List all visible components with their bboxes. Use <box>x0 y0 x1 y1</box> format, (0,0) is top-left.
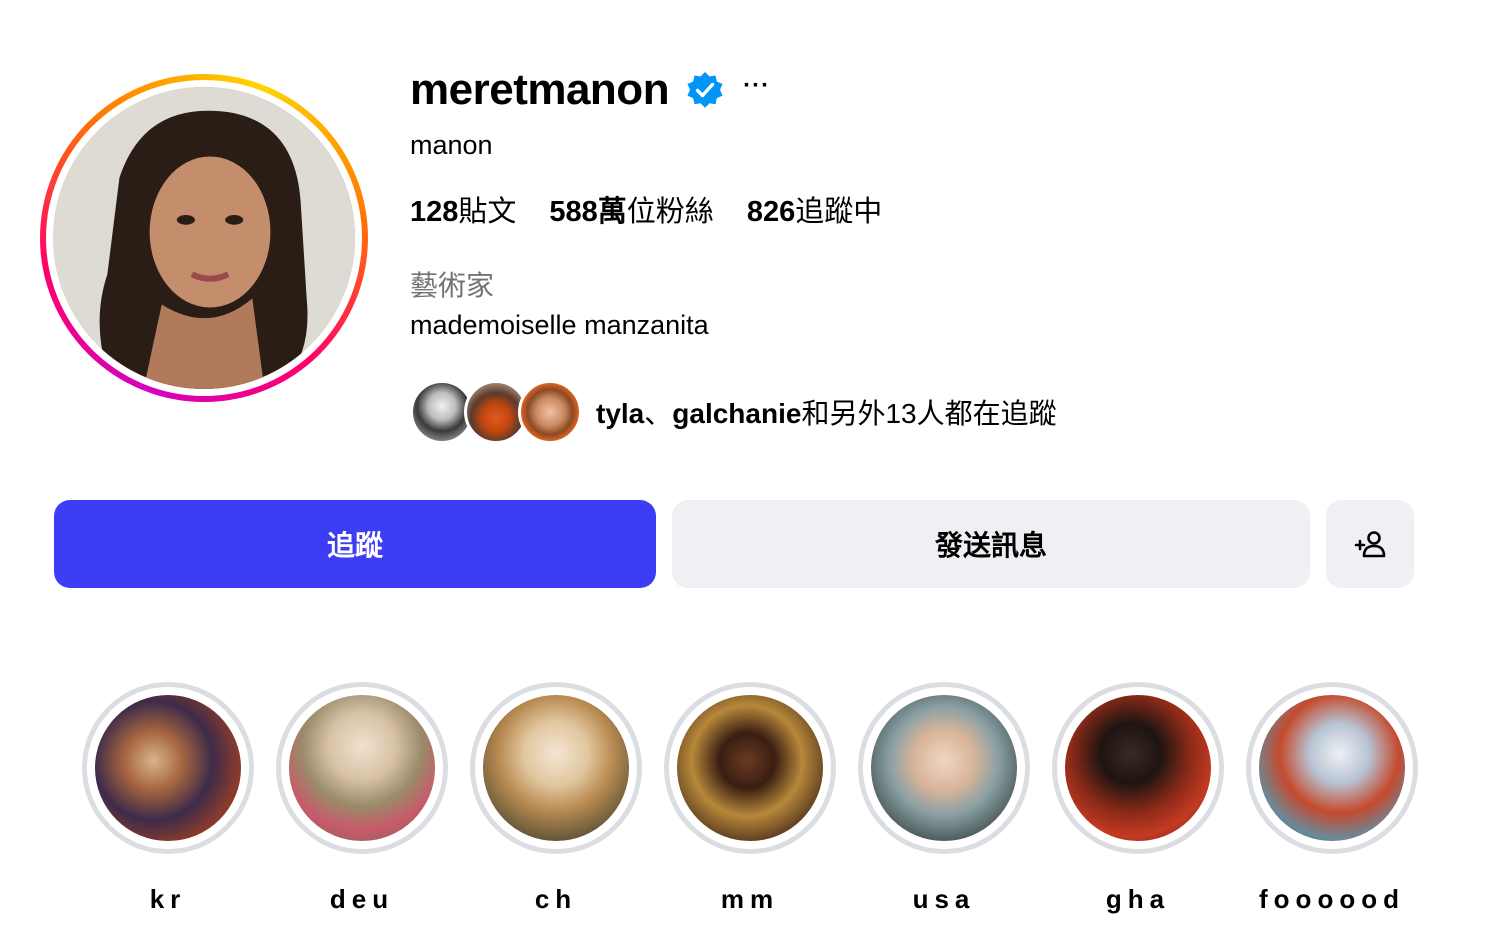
mutual-avatar <box>518 380 582 444</box>
highlight-item[interactable]: ch <box>470 682 642 915</box>
following-count: 826 <box>746 196 796 228</box>
highlight-item[interactable]: foooood <box>1246 682 1418 915</box>
mutual-avatars <box>410 380 582 444</box>
followed-by[interactable]: tyla、galchanie和另外13人都在追蹤 <box>410 380 1057 444</box>
highlight-label: foooood <box>1259 884 1405 914</box>
highlight-cover <box>95 695 241 841</box>
avatar <box>53 87 355 389</box>
profile-category: 藝術家 <box>410 270 495 301</box>
mutual-suffix: 和另外13人都在追蹤 <box>801 398 1057 429</box>
following-label: 追蹤中 <box>795 196 883 228</box>
stat-following[interactable]: 826追蹤中 <box>747 188 882 230</box>
highlight-item[interactable]: deu <box>276 682 448 915</box>
profile-bio: mademoiselle manzanita <box>410 310 709 340</box>
highlight-label: usa <box>912 884 976 914</box>
username: meretmanon <box>410 65 670 114</box>
avatar-portrait-image <box>53 87 355 389</box>
highlight-ring <box>1246 682 1418 854</box>
username-row: meretmanon ··· <box>410 62 770 118</box>
highlight-ring <box>276 682 448 854</box>
stat-followers[interactable]: 588萬位粉絲 <box>549 188 713 230</box>
highlight-item[interactable]: mm <box>664 682 836 915</box>
mutual-name: galchanie <box>672 398 802 429</box>
posts-label: 貼文 <box>458 196 517 228</box>
highlight-cover <box>1259 695 1405 841</box>
highlight-label: mm <box>720 884 780 914</box>
profile-page: meretmanon ··· manon 128貼文 588萬位粉絲 826追蹤… <box>0 0 1492 942</box>
add-person-icon <box>1354 531 1386 558</box>
mutual-name: tyla <box>596 398 645 429</box>
posts-count: 128 <box>410 196 459 228</box>
highlight-item[interactable]: gha <box>1052 682 1224 915</box>
highlight-cover <box>677 695 823 841</box>
highlight-ring <box>1052 682 1224 854</box>
highlight-cover <box>1065 695 1211 841</box>
profile-stats: 128貼文 588萬位粉絲 826追蹤中 <box>410 188 915 230</box>
followed-by-text: tyla、galchanie和另外13人都在追蹤 <box>596 392 1057 432</box>
highlight-cover <box>871 695 1017 841</box>
stat-posts[interactable]: 128貼文 <box>410 188 516 230</box>
avatar-gap <box>46 80 362 396</box>
highlight-ring <box>858 682 1030 854</box>
highlight-item[interactable]: usa <box>858 682 1030 915</box>
followers-label: 位粉絲 <box>626 196 714 228</box>
highlight-label: kr <box>149 884 187 914</box>
highlight-item[interactable]: kr <box>82 682 254 915</box>
message-button[interactable]: 發送訊息 <box>672 500 1310 588</box>
highlight-label: gha <box>1105 884 1171 914</box>
suggested-accounts-button[interactable] <box>1326 500 1414 588</box>
highlight-ring <box>470 682 642 854</box>
profile-avatar-ring[interactable] <box>40 74 368 402</box>
verified-badge-icon <box>685 70 725 110</box>
highlight-cover <box>483 695 629 841</box>
highlight-cover <box>289 695 435 841</box>
full-name: manon <box>410 130 493 160</box>
mutual-separator: 、 <box>644 398 673 429</box>
more-options-button[interactable]: ··· <box>743 74 770 98</box>
follow-button[interactable]: 追蹤 <box>54 500 656 588</box>
story-highlights: kr deu ch mm usa gha foooood <box>82 682 1440 915</box>
highlight-ring <box>82 682 254 854</box>
followers-count: 588萬 <box>549 196 627 228</box>
highlight-label: ch <box>534 884 578 914</box>
highlight-label: deu <box>329 884 395 914</box>
highlight-ring <box>664 682 836 854</box>
